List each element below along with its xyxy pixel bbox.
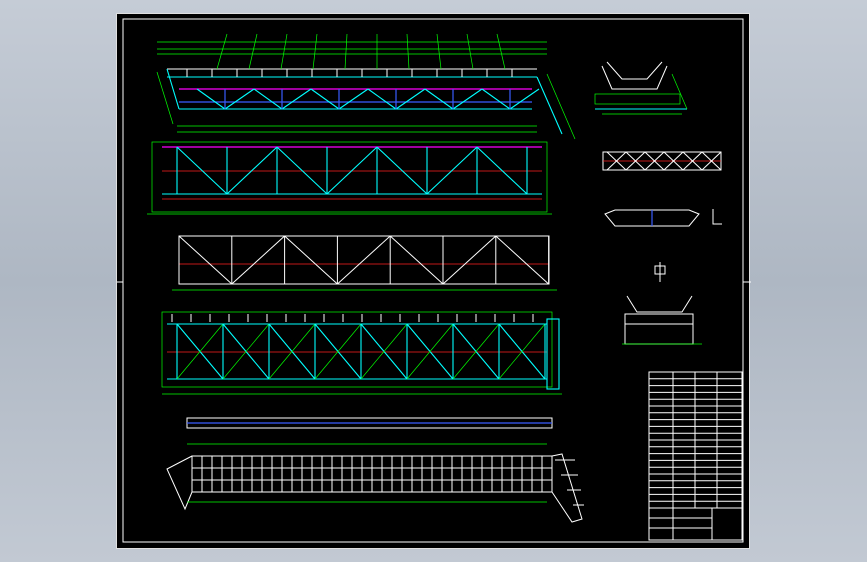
- plan-view-frame: [161, 311, 562, 395]
- title-block: [648, 371, 743, 541]
- front-elevation-with-bends: [156, 33, 576, 140]
- section-view-a: [594, 61, 688, 115]
- section-view-d: [622, 262, 702, 345]
- section-view-b: [602, 151, 722, 171]
- walkway-grating-plan: [166, 443, 584, 523]
- walkway-beam: [186, 417, 553, 429]
- side-truss-elevation: [147, 141, 552, 215]
- sheet-border: [122, 18, 744, 543]
- cad-drawing-svg: [117, 18, 751, 543]
- cad-drawing-canvas[interactable]: [116, 13, 751, 549]
- section-view-c: [604, 209, 722, 227]
- lower-truss-elevation: [172, 235, 557, 291]
